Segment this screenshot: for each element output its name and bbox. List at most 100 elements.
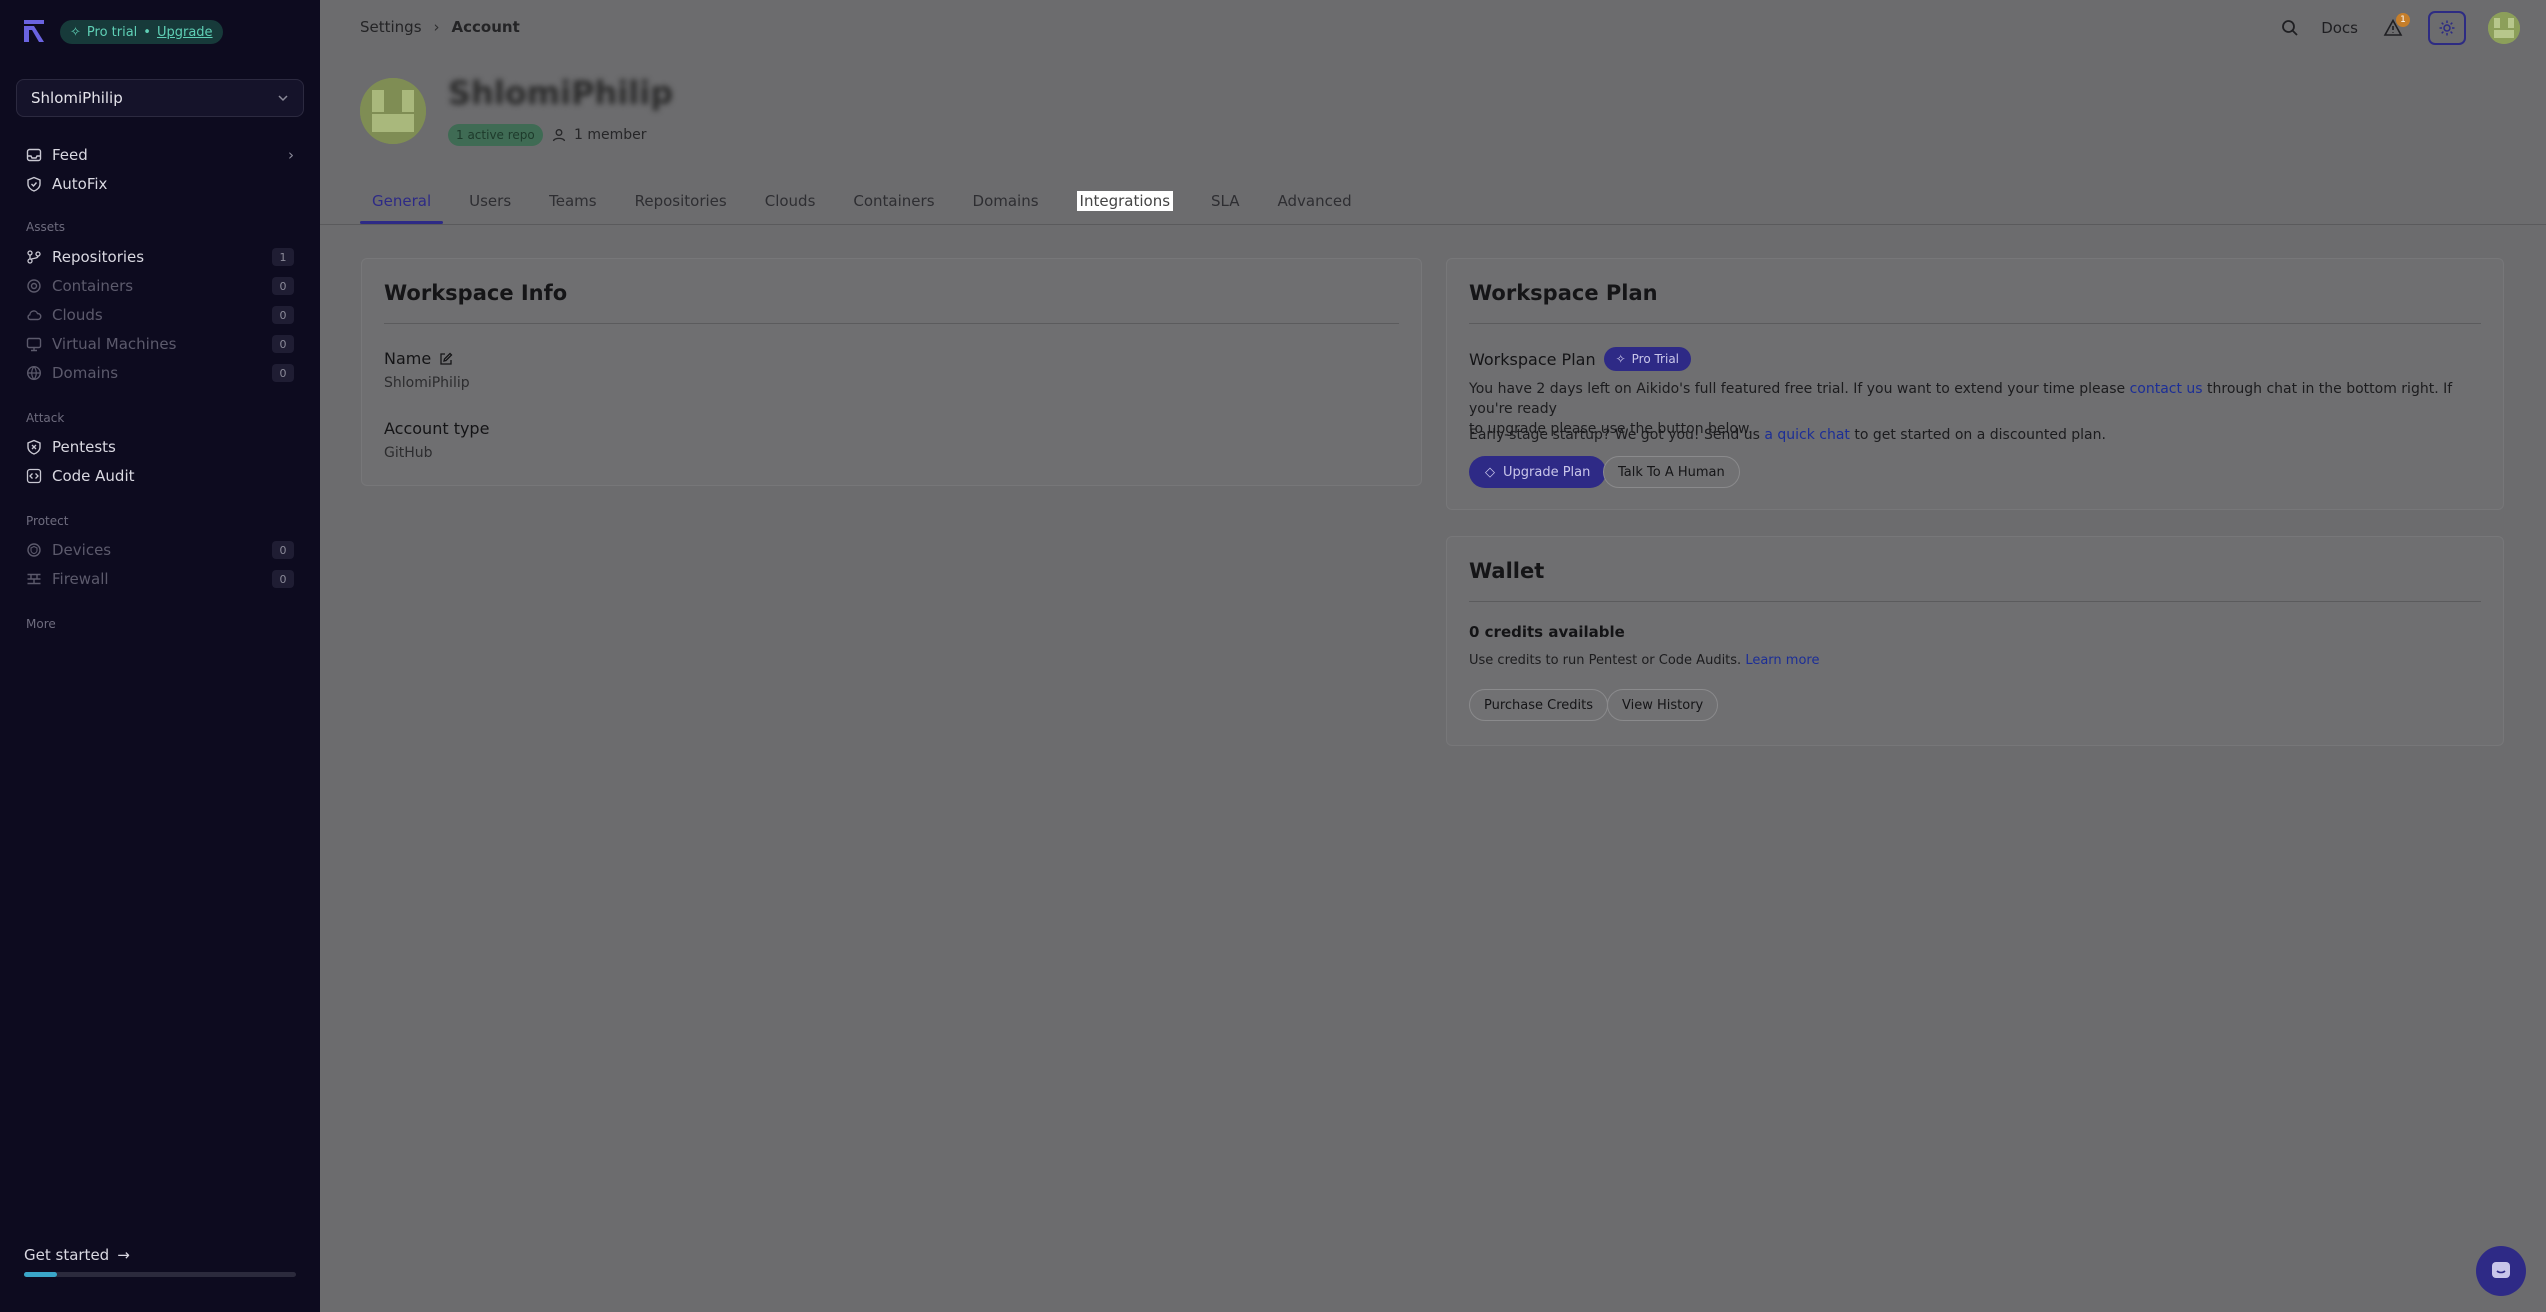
tabs-divider <box>320 224 2546 225</box>
workspace-select[interactable]: ShlomiPhilip <box>16 79 304 117</box>
tab-advanced[interactable]: Advanced <box>1266 178 1364 224</box>
startup-text: Early-stage startup? We got you! Send us… <box>1469 427 2106 443</box>
breadcrumb-account: Account <box>451 18 520 36</box>
globe-icon <box>26 365 42 381</box>
sparkle-icon: ✧ <box>1615 352 1626 366</box>
sidebar-item-repositories[interactable]: Repositories 1 <box>26 245 294 269</box>
quick-chat-link[interactable]: a quick chat <box>1764 427 1850 443</box>
section-label-attack: Attack <box>26 411 65 425</box>
chat-button[interactable] <box>2476 1246 2526 1296</box>
talk-to-human-button[interactable]: Talk To A Human <box>1603 456 1740 488</box>
pentest-icon <box>26 439 42 455</box>
tab-sla[interactable]: SLA <box>1199 178 1251 224</box>
pro-trial-badge[interactable]: ✧ Pro trial • Upgrade <box>60 20 223 44</box>
upgrade-plan-button[interactable]: ◇ Upgrade Plan <box>1469 456 1607 488</box>
name-value: ShlomiPhilip <box>384 375 470 391</box>
sidebar-item-clouds[interactable]: Clouds 0 <box>26 303 294 327</box>
sidebar-item-pentests[interactable]: Pentests <box>26 435 294 459</box>
user-icon <box>552 129 566 142</box>
identicon-icon <box>360 78 426 144</box>
contact-us-link[interactable]: contact us <box>2130 381 2203 397</box>
arrow-right-icon: → <box>117 1246 130 1264</box>
code-icon <box>26 468 42 484</box>
tab-containers[interactable]: Containers <box>841 178 946 224</box>
top-actions: Docs 1 <box>2281 10 2520 46</box>
onboarding-progress <box>24 1272 296 1277</box>
card-title: Workspace Plan <box>1469 281 1658 305</box>
name-label: Name <box>384 349 453 368</box>
wallet-description: Use credits to run Pentest or Code Audit… <box>1469 653 1820 668</box>
user-avatar[interactable] <box>2488 12 2520 44</box>
tab-users[interactable]: Users <box>457 178 523 224</box>
tab-general[interactable]: General <box>360 178 444 224</box>
breadcrumb-settings[interactable]: Settings <box>360 18 422 36</box>
divider <box>384 323 1399 324</box>
sidebar: ✧ Pro trial • Upgrade ShlomiPhilip Feed … <box>0 0 320 1312</box>
tab-clouds[interactable]: Clouds <box>753 178 828 224</box>
settings-tabs: General Users Teams Repositories Clouds … <box>360 178 1364 224</box>
notification-count: 1 <box>2396 13 2410 27</box>
workspace-avatar <box>360 78 426 144</box>
view-history-button[interactable]: View History <box>1607 689 1719 721</box>
sparkle-icon: ✧ <box>70 24 81 40</box>
count-badge: 0 <box>272 541 294 559</box>
section-label-assets: Assets <box>26 220 66 234</box>
top-bar: Settings › Account Docs 1 <box>320 0 2546 56</box>
sidebar-item-domains[interactable]: Domains 0 <box>26 361 294 385</box>
sidebar-item-containers[interactable]: Containers 0 <box>26 274 294 298</box>
sidebar-item-more[interactable]: More <box>26 617 56 631</box>
shield-icon <box>26 176 42 192</box>
count-badge: 0 <box>272 364 294 382</box>
chevron-right-icon: › <box>288 146 294 164</box>
active-repo-badge: 1 active repo <box>448 124 543 146</box>
count-badge: 0 <box>272 335 294 353</box>
sidebar-item-autofix[interactable]: AutoFix <box>26 172 294 196</box>
search-icon[interactable] <box>2281 19 2299 37</box>
edit-icon[interactable] <box>439 352 453 366</box>
credits-available: 0 credits available <box>1469 623 1625 641</box>
sidebar-item-feed[interactable]: Feed › <box>26 143 294 167</box>
tab-integrations[interactable]: Integrations <box>1065 178 1185 224</box>
upgrade-link[interactable]: Upgrade <box>157 25 213 40</box>
learn-more-link[interactable]: Learn more <box>1745 653 1819 668</box>
count-badge: 1 <box>272 248 294 266</box>
settings-button[interactable] <box>2428 11 2466 45</box>
purchase-credits-button[interactable]: Purchase Credits <box>1469 689 1609 721</box>
card-title: Workspace Info <box>384 281 568 305</box>
chevron-down-icon <box>278 95 288 102</box>
device-icon <box>26 542 42 558</box>
workspace-info-card: Workspace Info Name ShlomiPhilip Account… <box>361 258 1422 486</box>
sidebar-item-virtual-machines[interactable]: Virtual Machines 0 <box>26 332 294 356</box>
tab-domains[interactable]: Domains <box>961 178 1051 224</box>
cloud-icon <box>26 307 42 323</box>
workspace-plan-card: Workspace Plan Workspace Plan ✧ Pro Tria… <box>1446 258 2504 510</box>
container-icon <box>26 278 42 294</box>
diamond-icon: ◇ <box>1485 464 1495 480</box>
sidebar-item-devices[interactable]: Devices 0 <box>26 538 294 562</box>
sidebar-item-code-audit[interactable]: Code Audit <box>26 464 294 488</box>
aikido-logo[interactable] <box>22 18 46 44</box>
firewall-icon <box>26 571 42 587</box>
wallet-card: Wallet 0 credits available Use credits t… <box>1446 536 2504 746</box>
monitor-icon <box>26 336 42 352</box>
gear-icon <box>2439 20 2455 36</box>
count-badge: 0 <box>272 277 294 295</box>
tab-repositories[interactable]: Repositories <box>623 178 739 224</box>
divider <box>1469 323 2481 324</box>
section-label-protect: Protect <box>26 514 69 528</box>
card-title: Wallet <box>1469 559 1545 583</box>
sidebar-item-firewall[interactable]: Firewall 0 <box>26 567 294 591</box>
identicon-icon <box>2488 12 2520 44</box>
plan-label: Workspace Plan ✧ Pro Trial <box>1469 347 1692 371</box>
chat-icon <box>2492 1262 2510 1278</box>
notifications-button[interactable]: 1 <box>2380 13 2410 41</box>
breadcrumb: Settings › Account <box>360 18 520 36</box>
docs-link[interactable]: Docs <box>2321 19 2358 37</box>
divider <box>1469 601 2481 602</box>
repository-icon <box>26 249 42 265</box>
tab-teams[interactable]: Teams <box>537 178 608 224</box>
pro-trial-pill: ✧ Pro Trial <box>1603 347 1692 371</box>
chevron-right-icon: › <box>433 18 440 36</box>
get-started-link[interactable]: Get started → <box>24 1246 130 1264</box>
count-badge: 0 <box>272 306 294 324</box>
